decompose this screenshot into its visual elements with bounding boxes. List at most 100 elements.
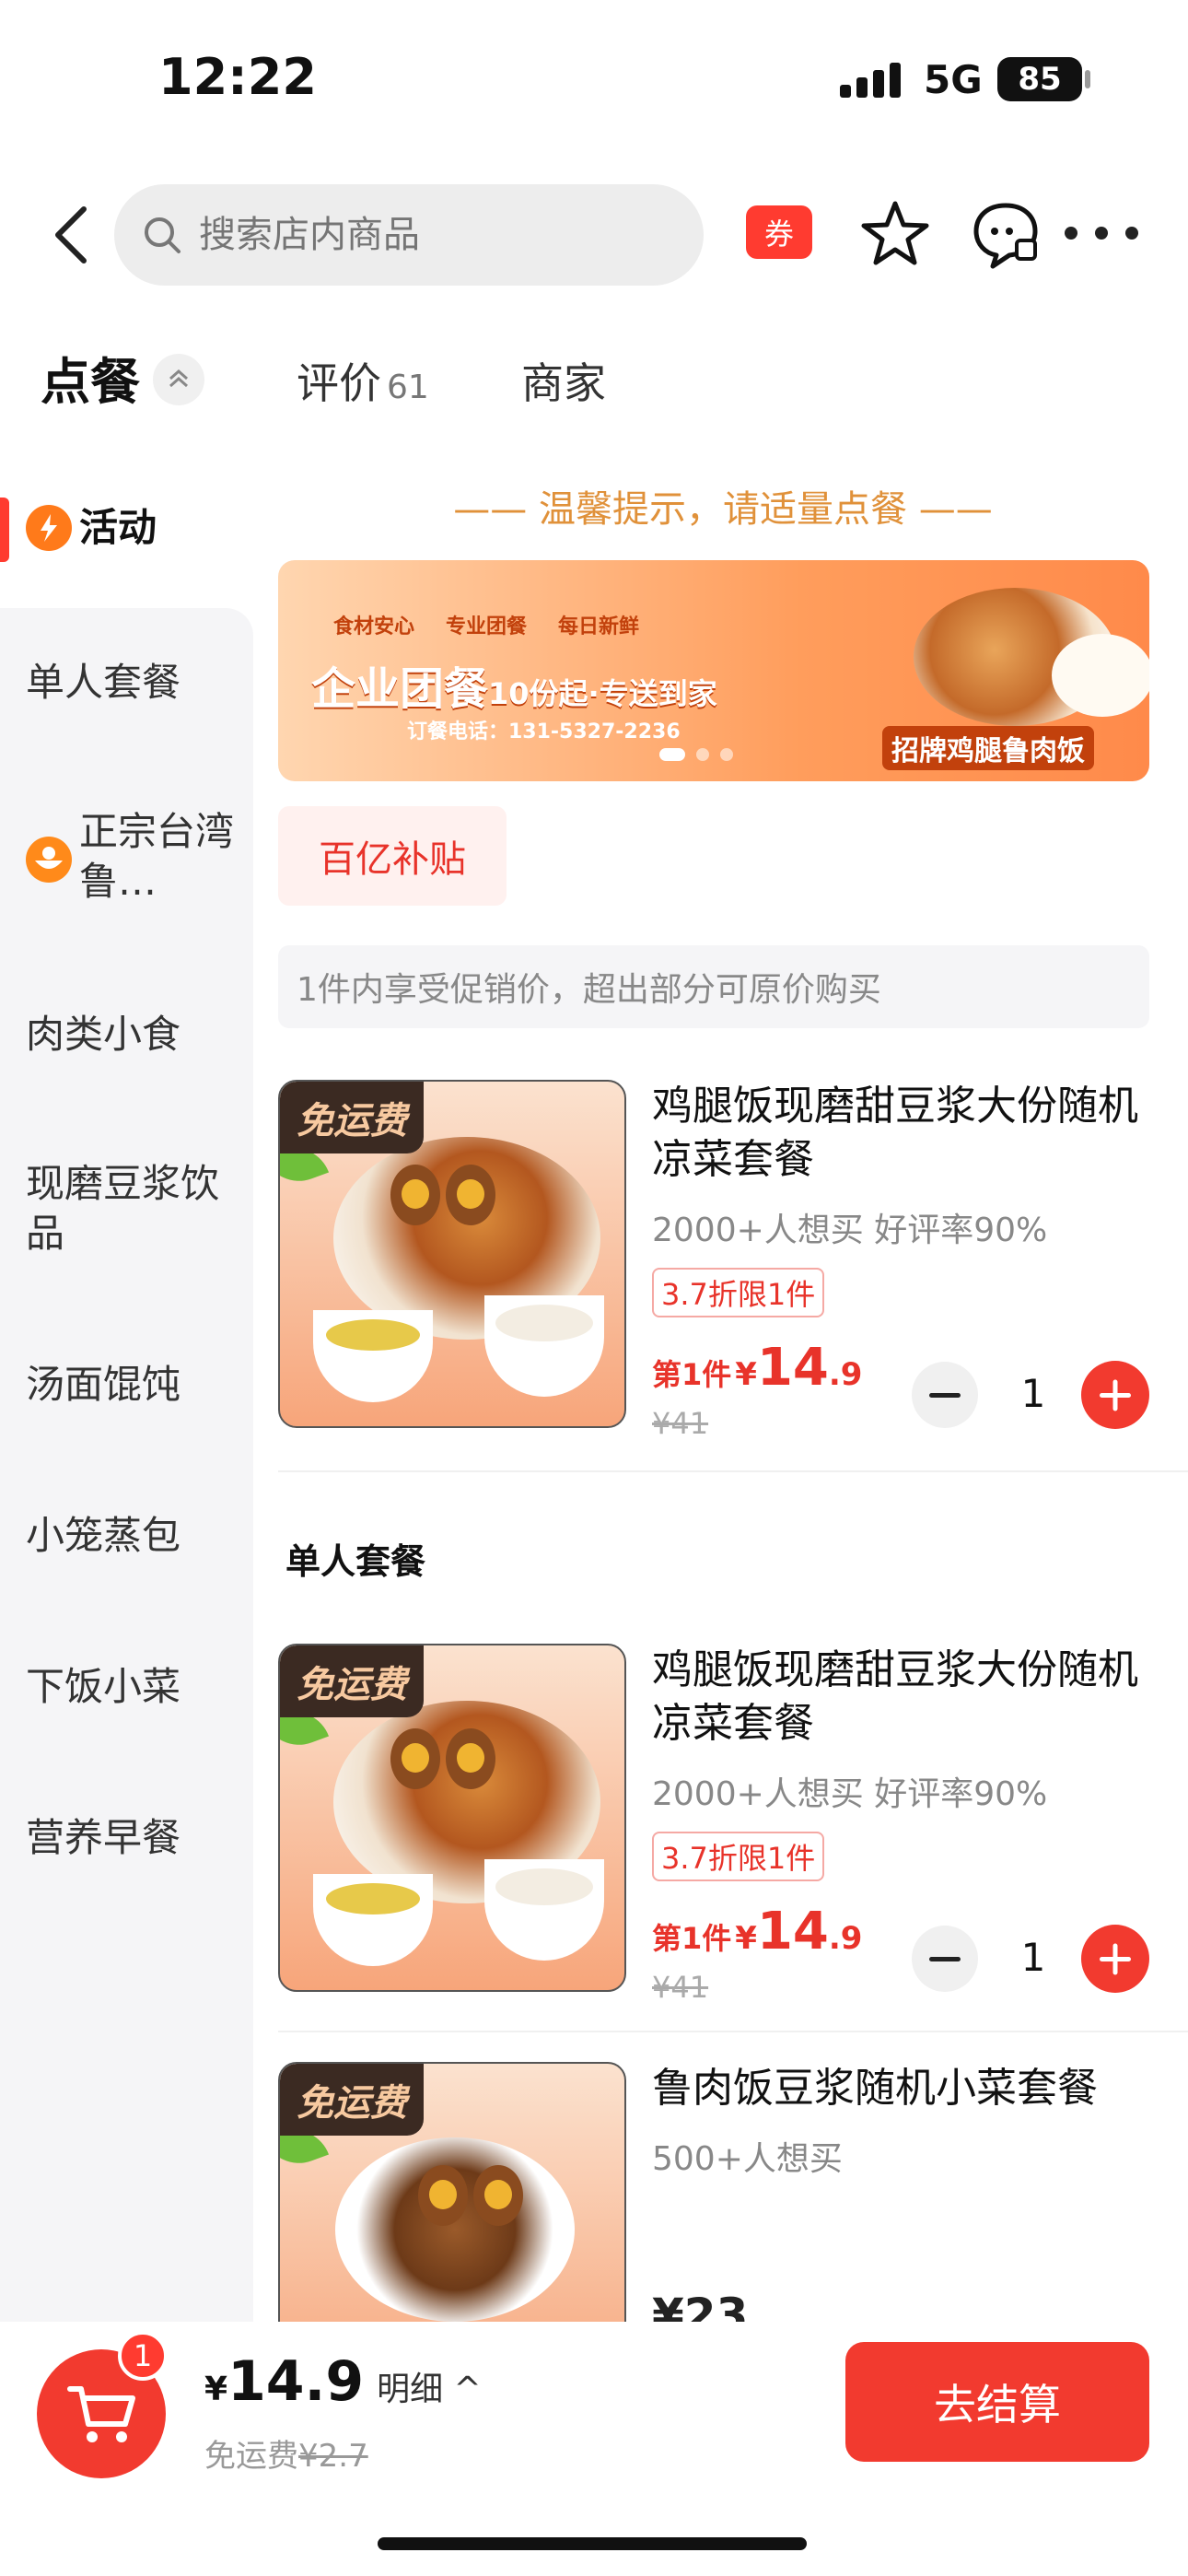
- shipping-label: 免运费: [204, 2438, 298, 2475]
- tab-review[interactable]: 评价 61: [297, 350, 429, 411]
- decrease-button[interactable]: [912, 1362, 978, 1428]
- cart-icon: [67, 2386, 135, 2442]
- dot: [1125, 227, 1138, 240]
- page-dot: [720, 748, 733, 761]
- tab-bar: 点餐 评价 61 商家: [0, 341, 1188, 433]
- subsidy-tab[interactable]: 百亿补贴: [278, 806, 507, 906]
- quantity-value: 1: [1020, 1371, 1046, 1416]
- price-decimal: .9: [828, 1920, 863, 1957]
- total-amount: 14.9: [227, 2349, 365, 2414]
- free-shipping-badge: 免运费: [280, 2064, 424, 2136]
- soy-milk-bowl: [484, 1295, 604, 1397]
- sidebar-item-soy-milk[interactable]: 现磨豆浆饮品: [26, 1159, 238, 1259]
- price-currency: ¥: [735, 1920, 757, 1957]
- quantity-value: 1: [1020, 1935, 1046, 1980]
- status-bar: 12:22 5G 85: [0, 0, 1188, 157]
- chat-button[interactable]: [969, 198, 1042, 272]
- chat-icon: [973, 203, 1038, 269]
- product-name: 鸡腿饭现磨甜豆浆大份随机凉菜套餐: [652, 1083, 1138, 1183]
- network-label: 5G: [924, 57, 983, 102]
- discount-badge: 3.7折限1件: [652, 1268, 825, 1317]
- search-input[interactable]: [199, 214, 678, 256]
- checkout-button[interactable]: 去结算: [845, 2342, 1149, 2462]
- side-dish-bowl: [313, 1310, 433, 1402]
- flame-icon: [26, 505, 72, 551]
- sidebar-item-label: 正宗台湾鲁…: [79, 809, 235, 904]
- product-name: 鸡腿饭现磨甜豆浆大份随机凉菜套餐: [652, 1646, 1138, 1747]
- banner-brand: 招牌鸡腿鲁肉饭: [882, 726, 1094, 770]
- sidebar-item-activity[interactable]: 活动: [79, 503, 157, 553]
- banner-title-main: 企业团餐: [311, 663, 489, 715]
- sidebar-item-single-set[interactable]: 单人套餐: [26, 658, 181, 708]
- tab-order[interactable]: 点餐: [41, 341, 140, 414]
- decrease-button[interactable]: [912, 1926, 978, 1992]
- plus-icon-vertical: [1112, 1379, 1118, 1411]
- divider: [278, 2031, 1188, 2032]
- signal-icon: [840, 63, 901, 98]
- minus-icon: [929, 1956, 961, 1961]
- sidebar-item-meat-snacks[interactable]: 肉类小食: [26, 1010, 181, 1060]
- product-meta: 2000+人想买 好评率90%: [652, 1212, 1048, 1249]
- sidebar-corner: [193, 608, 253, 663]
- favorite-button[interactable]: [860, 198, 930, 268]
- review-count: 61: [387, 369, 429, 406]
- egg-image: [390, 1728, 440, 1789]
- product-image[interactable]: 免运费: [278, 1080, 626, 1428]
- banner-pagination: [659, 748, 733, 761]
- sidebar-item-noodles[interactable]: 汤面馄饨: [26, 1360, 181, 1410]
- back-button[interactable]: [39, 203, 103, 267]
- cart-total: ¥ 14.9 明细 ^: [204, 2349, 482, 2414]
- discount-badge: 3.7折限1件: [652, 1832, 825, 1881]
- product-meta: 2000+人想买 好评率90%: [652, 1775, 1048, 1813]
- sidebar-item-breakfast[interactable]: 营养早餐: [26, 1813, 181, 1863]
- original-price: ¥41: [652, 1970, 709, 2005]
- soy-milk-bowl: [484, 1859, 604, 1961]
- banner-title-sub: 10份起·专送到家: [488, 676, 717, 711]
- section-title: 单人套餐: [285, 1541, 426, 1582]
- coupon-button[interactable]: 券: [746, 205, 812, 259]
- product-image[interactable]: 免运费: [278, 2062, 626, 2322]
- page-dot: [696, 748, 709, 761]
- dot: [1065, 227, 1077, 240]
- increase-button[interactable]: [1081, 1925, 1149, 1993]
- tip-text: —— 温馨提示，请适量点餐 ——: [453, 488, 993, 531]
- product-name: 鲁肉饭豆浆随机小菜套餐: [652, 2065, 1098, 2112]
- original-price: ¥41: [652, 1406, 709, 1441]
- battery-icon: 85: [997, 57, 1082, 101]
- tab-merchant[interactable]: 商家: [521, 350, 606, 411]
- status-time: 12:22: [158, 48, 317, 106]
- promo-banner[interactable]: 食材安心 专业团餐 每日新鲜 企业团餐10份起·专送到家 订餐电话：131-53…: [278, 560, 1149, 781]
- arrow-up-icon: [169, 369, 188, 388]
- cart-count-badge: 1: [118, 2331, 168, 2381]
- banner-title: 企业团餐10份起·专送到家: [311, 652, 717, 717]
- plus-icon-vertical: [1112, 1943, 1118, 1974]
- price-decimal: .9: [828, 1356, 863, 1393]
- sidebar-item-braised-pork[interactable]: 正宗台湾鲁…: [79, 807, 245, 907]
- banner-tag: 专业团餐: [446, 615, 528, 638]
- egg-image: [446, 1165, 495, 1225]
- sidebar-item-side-dishes[interactable]: 下饭小菜: [26, 1662, 181, 1712]
- price: 第1件 ¥ 14 .9: [652, 1902, 862, 1961]
- active-indicator: [0, 498, 9, 562]
- bowl-icon: [26, 837, 72, 883]
- search-bar[interactable]: [114, 184, 704, 286]
- divider: [278, 1470, 1188, 1472]
- product-card[interactable]: 免运费 鸡腿饭现磨甜豆浆大份随机凉菜套餐 2000+人想买 好评率90% 3.7…: [278, 1644, 1149, 2005]
- dot: [1095, 227, 1108, 240]
- egg-image: [418, 2165, 468, 2226]
- product-card[interactable]: 免运费 鸡腿饭现磨甜豆浆大份随机凉菜套餐 2000+人想买 好评率90% 3.7…: [278, 1080, 1149, 1441]
- increase-button[interactable]: [1081, 1361, 1149, 1429]
- minus-icon: [929, 1392, 961, 1398]
- sidebar-item-buns[interactable]: 小笼蒸包: [26, 1511, 181, 1561]
- product-card[interactable]: 免运费 鲁肉饭豆浆随机小菜套餐 500+人想买: [278, 2062, 1149, 2322]
- price-currency: ¥: [735, 1356, 757, 1393]
- more-button[interactable]: [1065, 210, 1138, 256]
- collapse-icon[interactable]: [153, 354, 204, 405]
- chevron-left-icon: [55, 206, 87, 263]
- product-image[interactable]: 免运费: [278, 1644, 626, 1992]
- banner-tags: 食材安心 专业团餐 每日新鲜: [333, 610, 639, 639]
- page-dot: [659, 748, 685, 761]
- header: 券: [0, 175, 1188, 295]
- detail-link[interactable]: 明细 ^: [377, 2362, 482, 2410]
- banner-bowl-image: [1052, 634, 1149, 717]
